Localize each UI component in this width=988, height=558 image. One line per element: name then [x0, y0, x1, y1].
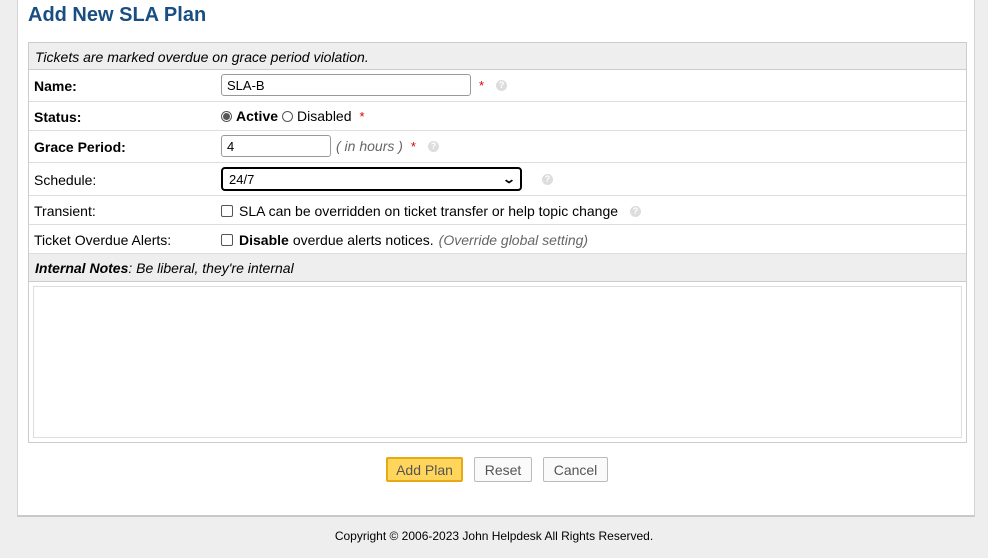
overdue-alerts-row: Ticket Overdue Alerts: Disable overdue a…: [29, 225, 966, 254]
name-input[interactable]: [221, 74, 471, 96]
footer-copyright: Copyright © 2006-2023 John Helpdesk All …: [334, 529, 654, 543]
transient-help-icon[interactable]: ?: [630, 205, 642, 217]
overdue-alerts-checkbox[interactable]: [221, 234, 233, 246]
notes-title: Internal Notes: [35, 260, 129, 276]
grace-period-required-mark: *: [410, 138, 416, 154]
overdue-alerts-hint: (Override global setting): [438, 232, 589, 248]
reset-button[interactable]: Reset: [474, 457, 532, 482]
status-row: Status: Active Disabled *: [29, 102, 966, 131]
schedule-selected-value: 24/7: [229, 171, 255, 187]
internal-notes-textarea[interactable]: [33, 286, 962, 438]
overdue-alerts-checkbox-label: overdue alerts notices.: [292, 232, 434, 248]
header-note: Tickets are marked overdue on grace peri…: [35, 49, 369, 65]
schedule-row: Schedule: 24/7 ⌄ ?: [29, 163, 966, 196]
notes-header-text: Internal Notes: Be liberal, they're inte…: [35, 260, 294, 276]
schedule-select[interactable]: 24/7 ⌄: [221, 167, 522, 191]
transient-checkbox[interactable]: [221, 205, 233, 217]
schedule-label: Schedule:: [34, 172, 97, 188]
overdue-alerts-disable-text: Disable: [239, 232, 289, 248]
overdue-alerts-label: Ticket Overdue Alerts:: [34, 232, 172, 248]
grace-period-label: Grace Period:: [34, 139, 126, 155]
grace-period-row: Grace Period: ( in hours ) * ?: [29, 131, 966, 163]
notes-header: Internal Notes: Be liberal, they're inte…: [29, 254, 966, 282]
name-help-icon[interactable]: ?: [496, 79, 508, 91]
name-row: Name: * ?: [29, 70, 966, 102]
transient-checkbox-label: SLA can be overridden on ticket transfer…: [239, 203, 619, 219]
status-required-mark: *: [359, 108, 365, 124]
name-label: Name:: [34, 78, 77, 94]
status-active-radio[interactable]: [221, 110, 232, 122]
content-panel: Add New SLA Plan Tickets are marked over…: [17, 0, 975, 517]
grace-period-help-icon[interactable]: ?: [427, 140, 439, 152]
cancel-button[interactable]: Cancel: [543, 457, 608, 482]
status-active-label: Active: [236, 108, 279, 124]
grace-period-hint: ( in hours ): [336, 138, 403, 154]
status-disabled-radio[interactable]: [282, 110, 294, 122]
grace-period-input[interactable]: [221, 135, 331, 157]
transient-label: Transient:: [34, 203, 96, 219]
name-required-mark: *: [479, 77, 485, 93]
add-plan-button[interactable]: Add Plan: [386, 457, 463, 482]
schedule-help-icon[interactable]: ?: [542, 173, 553, 185]
status-label: Status:: [34, 109, 82, 125]
notes-subtitle: : Be liberal, they're internal: [128, 260, 294, 276]
transient-row: Transient: SLA can be overridden on tick…: [29, 196, 966, 225]
form-header: Tickets are marked overdue on grace peri…: [29, 43, 966, 70]
chevron-down-icon: ⌄: [501, 172, 517, 186]
sla-form: Tickets are marked overdue on grace peri…: [28, 42, 967, 443]
status-disabled-label: Disabled: [297, 108, 352, 124]
page-title: Add New SLA Plan: [28, 4, 207, 26]
